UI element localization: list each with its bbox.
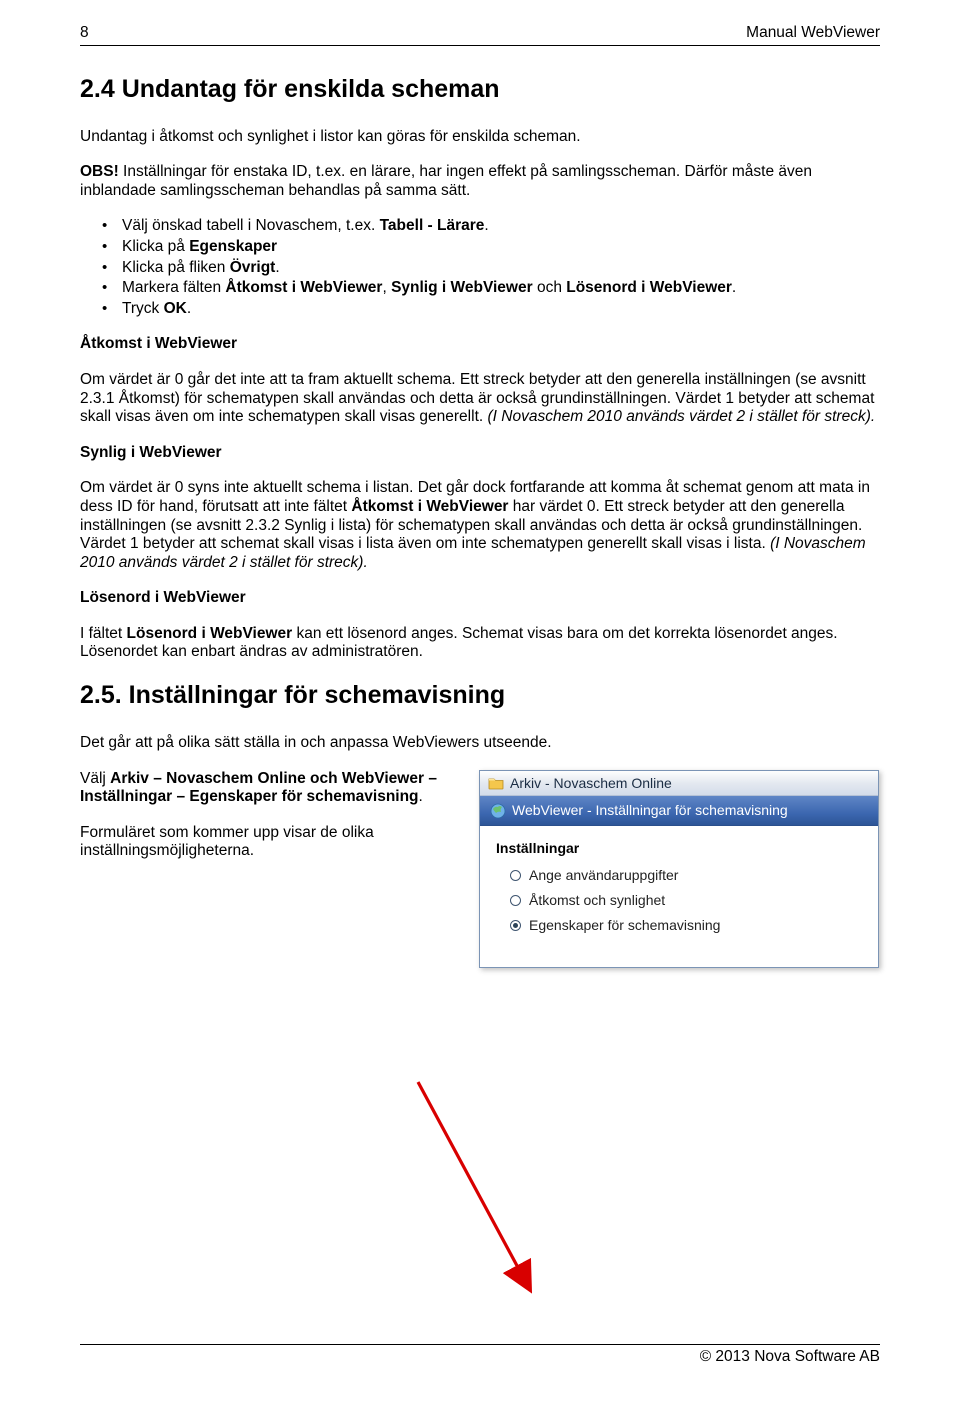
atkomst-heading: Åtkomst i WebViewer (80, 335, 880, 354)
obs-label: OBS! (80, 163, 119, 180)
radio-option-2[interactable]: Åtkomst och synlighet (510, 892, 862, 909)
section-25-step1: Välj Arkiv – Novaschem Online och WebVie… (80, 770, 453, 807)
copyright: © 2013 Nova Software AB (700, 1348, 880, 1365)
section-25-title: 2.5. Inställningar för schemavisning (80, 680, 880, 710)
window-titlebar: Arkiv - Novaschem Online (480, 771, 878, 797)
synlig-text: Om värdet är 0 syns inte aktuellt schema… (80, 479, 880, 572)
footer: © 2013 Nova Software AB (80, 1344, 880, 1367)
list-item: Tryck OK. (122, 300, 880, 319)
radio-label: Egenskaper för schemavisning (529, 917, 720, 934)
synlig-heading: Synlig i WebViewer (80, 444, 880, 463)
radio-icon (510, 870, 521, 881)
list-item: Markera fälten Åtkomst i WebViewer, Synl… (122, 279, 880, 298)
section-25-intro: Det går att på olika sätt ställa in och … (80, 734, 880, 753)
list-item: Klicka på fliken Övrigt. (122, 259, 880, 278)
obs-text: Inställningar för enstaka ID, t.ex. en l… (80, 163, 812, 199)
radio-icon (510, 895, 521, 906)
radio-label: Ange användaruppgifter (529, 867, 678, 884)
radio-label: Åtkomst och synlighet (529, 892, 665, 909)
window-title: Arkiv - Novaschem Online (510, 775, 672, 792)
list-item: Klicka på Egenskaper (122, 238, 880, 257)
instruction-list: Välj önskad tabell i Novaschem, t.ex. Ta… (80, 217, 880, 318)
list-item: Välj önskad tabell i Novaschem, t.ex. Ta… (122, 217, 880, 236)
globe-icon (490, 803, 506, 819)
section-24-intro: Undantag i åtkomst och synlighet i listo… (80, 128, 880, 147)
doc-title: Manual WebViewer (746, 24, 880, 43)
settings-window: Arkiv - Novaschem Online WebViewer - Ins… (479, 770, 879, 969)
menubar-label: WebViewer - Inställningar för schemavisn… (512, 802, 788, 819)
losenord-heading: Lösenord i WebViewer (80, 589, 880, 608)
window-menubar: WebViewer - Inställningar för schemavisn… (480, 796, 878, 826)
group-title: Inställningar (496, 840, 862, 857)
losenord-text: I fältet Lösenord i WebViewer kan ett lö… (80, 625, 880, 662)
section-24-obs: OBS! Inställningar för enstaka ID, t.ex.… (80, 163, 880, 200)
section-24-title: 2.4 Undantag för enskilda scheman (80, 74, 880, 104)
radio-option-3[interactable]: Egenskaper för schemavisning (510, 917, 862, 934)
radio-icon (510, 920, 521, 931)
atkomst-text: Om värdet är 0 går det inte att ta fram … (80, 371, 880, 427)
arrow-annotation (414, 1078, 544, 1300)
folder-icon (488, 776, 504, 790)
radio-option-1[interactable]: Ange användaruppgifter (510, 867, 862, 884)
page-number: 8 (80, 24, 89, 43)
settings-panel: Inställningar Ange användaruppgifter Åtk… (480, 826, 878, 967)
section-25-step2: Formuläret som kommer upp visar de olika… (80, 824, 453, 861)
